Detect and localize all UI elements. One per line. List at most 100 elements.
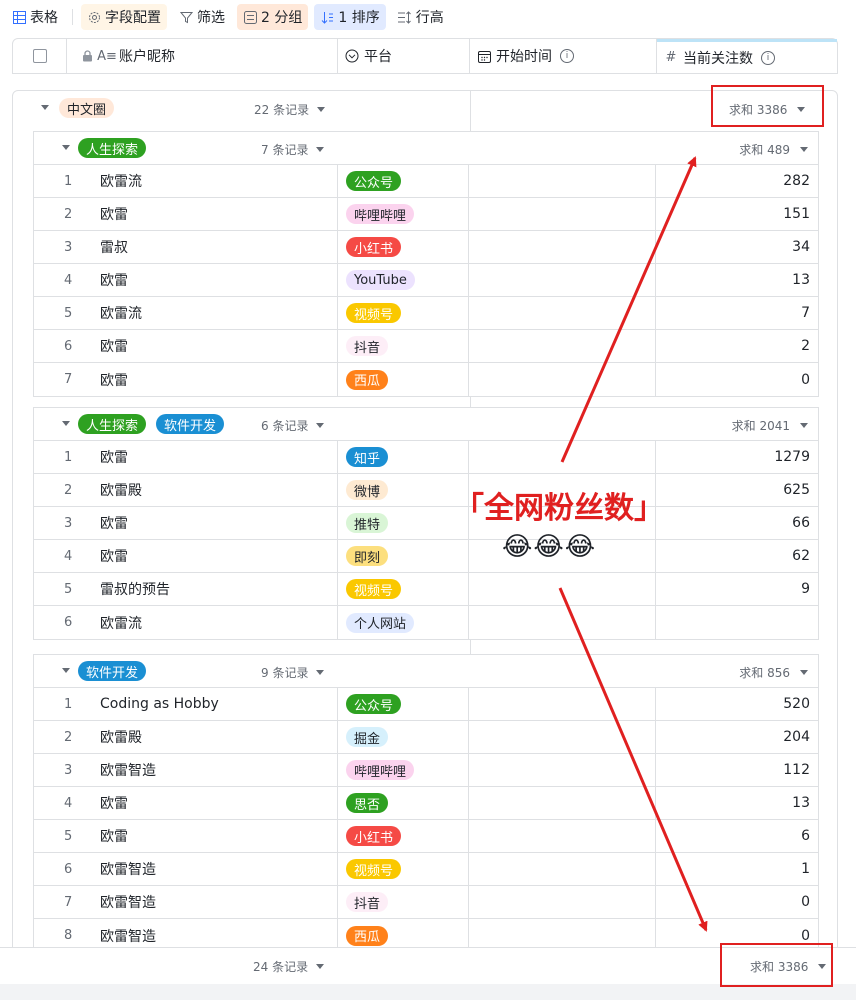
account-name-cell[interactable]: 欧雷 [82,363,338,396]
platform-cell[interactable]: 抖音 [338,886,469,918]
platform-cell[interactable]: 小红书 [338,231,469,263]
start-time-cell[interactable] [469,165,656,197]
subgroup-sum[interactable]: 求和 2041 [732,417,808,434]
table-row[interactable]: 1 Coding as Hobby 公众号 520 [34,688,818,721]
followers-cell[interactable]: 1 [656,853,818,885]
chevron-down-icon[interactable] [62,421,70,426]
start-time-cell[interactable] [469,853,656,885]
start-time-cell[interactable] [469,264,656,296]
filter-button[interactable]: 筛选 [173,4,231,30]
account-name-cell[interactable]: 欧雷 [82,540,338,572]
platform-cell[interactable]: 公众号 [338,165,469,197]
followers-cell[interactable]: 2 [656,330,818,362]
account-name-cell[interactable]: 欧雷 [82,264,338,296]
total-record-count[interactable]: 24 条记录 [253,958,325,975]
subgroup-record-count[interactable]: 7 条记录 [261,141,325,158]
platform-cell[interactable]: YouTube [338,264,469,296]
start-time-cell[interactable] [469,573,656,605]
account-name-cell[interactable]: 欧雷流 [82,297,338,329]
start-time-cell[interactable] [469,886,656,918]
start-time-cell[interactable] [469,297,656,329]
followers-cell[interactable]: 13 [656,264,818,296]
followers-cell[interactable]: 13 [656,787,818,819]
table-row[interactable]: 1 欧雷流 公众号 282 [34,165,818,198]
account-name-cell[interactable]: 欧雷殿 [82,474,338,506]
start-time-cell[interactable] [469,820,656,852]
column-header-platform[interactable]: 平台 [338,39,470,73]
followers-cell[interactable]: 204 [656,721,818,753]
platform-cell[interactable]: 视频号 [338,853,469,885]
subgroup-header[interactable]: 人生探索 7 条记录 求和 489 [34,132,818,165]
table-row[interactable]: 8 欧雷智造 西瓜 0 [34,919,818,948]
platform-cell[interactable]: 推特 [338,507,469,539]
followers-cell[interactable]: 0 [656,363,818,396]
account-name-cell[interactable]: 欧雷智造 [82,754,338,786]
table-row[interactable]: 1 欧雷 知乎 1279 [34,441,818,474]
chevron-down-icon[interactable] [62,145,70,150]
table-row[interactable]: 2 欧雷 哔哩哔哩 151 [34,198,818,231]
subgroup-header[interactable]: 人生探索 软件开发 6 条记录 求和 2041 [34,408,818,441]
column-header-followers[interactable]: # 当前关注数 i [657,39,837,73]
table-row[interactable]: 2 欧雷殿 微博 625 [34,474,818,507]
subgroup-record-count[interactable]: 6 条记录 [261,417,325,434]
chevron-down-icon[interactable] [41,105,49,110]
start-time-cell[interactable] [469,198,656,230]
start-time-cell[interactable] [469,330,656,362]
account-name-cell[interactable]: 欧雷 [82,507,338,539]
account-name-cell[interactable]: 雷叔 [82,231,338,263]
followers-cell[interactable]: 62 [656,540,818,572]
account-name-cell[interactable]: 欧雷智造 [82,919,338,948]
followers-cell[interactable]: 0 [656,886,818,918]
start-time-cell[interactable] [469,754,656,786]
platform-cell[interactable]: 哔哩哔哩 [338,754,469,786]
view-switcher[interactable]: 表格 [10,4,64,30]
start-time-cell[interactable] [469,721,656,753]
info-icon[interactable]: i [761,50,775,65]
account-name-cell[interactable]: 欧雷 [82,820,338,852]
column-header-name[interactable]: A≡ 账户昵称 [67,39,338,73]
sort-button[interactable]: 1 排序 [314,4,386,30]
table-row[interactable]: 5 雷叔的预告 视频号 9 [34,573,818,606]
table-row[interactable]: 3 雷叔 小红书 34 [34,231,818,264]
platform-cell[interactable]: 即刻 [338,540,469,572]
account-name-cell[interactable]: 欧雷流 [82,606,338,639]
start-time-cell[interactable] [469,919,656,948]
start-time-cell[interactable] [469,688,656,720]
followers-cell[interactable]: 66 [656,507,818,539]
table-row[interactable]: 4 欧雷 即刻 62 [34,540,818,573]
table-body[interactable]: 中文圈 22 条记录 求和 3386 人生探索 7 条记录 求和 489 1 欧雷流 公众… [12,90,838,948]
start-time-cell[interactable] [469,787,656,819]
table-row[interactable]: 7 欧雷 西瓜 0 [34,363,818,396]
account-name-cell[interactable]: Coding as Hobby [82,688,338,720]
platform-cell[interactable]: 个人网站 [338,606,469,639]
subgroup-sum[interactable]: 求和 489 [739,141,808,158]
table-row[interactable]: 7 欧雷智造 抖音 0 [34,886,818,919]
start-time-cell[interactable] [469,606,656,639]
account-name-cell[interactable]: 欧雷殿 [82,721,338,753]
table-row[interactable]: 3 欧雷智造 哔哩哔哩 112 [34,754,818,787]
group-record-count[interactable]: 22 条记录 [254,101,326,118]
subgroup-header[interactable]: 软件开发 9 条记录 求和 856 [34,655,818,688]
start-time-cell[interactable] [469,441,656,473]
account-name-cell[interactable]: 雷叔的预告 [82,573,338,605]
table-row[interactable]: 6 欧雷 抖音 2 [34,330,818,363]
followers-cell[interactable]: 520 [656,688,818,720]
platform-cell[interactable]: 公众号 [338,688,469,720]
account-name-cell[interactable]: 欧雷流 [82,165,338,197]
followers-cell[interactable]: 112 [656,754,818,786]
followers-cell[interactable]: 625 [656,474,818,506]
subgroup-record-count[interactable]: 9 条记录 [261,664,325,681]
info-icon[interactable]: i [560,49,574,63]
followers-cell[interactable]: 9 [656,573,818,605]
account-name-cell[interactable]: 欧雷 [82,441,338,473]
platform-cell[interactable]: 哔哩哔哩 [338,198,469,230]
account-name-cell[interactable]: 欧雷 [82,198,338,230]
table-row[interactable]: 5 欧雷 小红书 6 [34,820,818,853]
platform-cell[interactable]: 西瓜 [338,919,469,948]
row-height-button[interactable]: 行高 [392,4,450,30]
platform-cell[interactable]: 西瓜 [338,363,469,396]
platform-cell[interactable]: 掘金 [338,721,469,753]
platform-cell[interactable]: 知乎 [338,441,469,473]
table-row[interactable]: 6 欧雷智造 视频号 1 [34,853,818,886]
subgroup-sum[interactable]: 求和 856 [739,664,808,681]
